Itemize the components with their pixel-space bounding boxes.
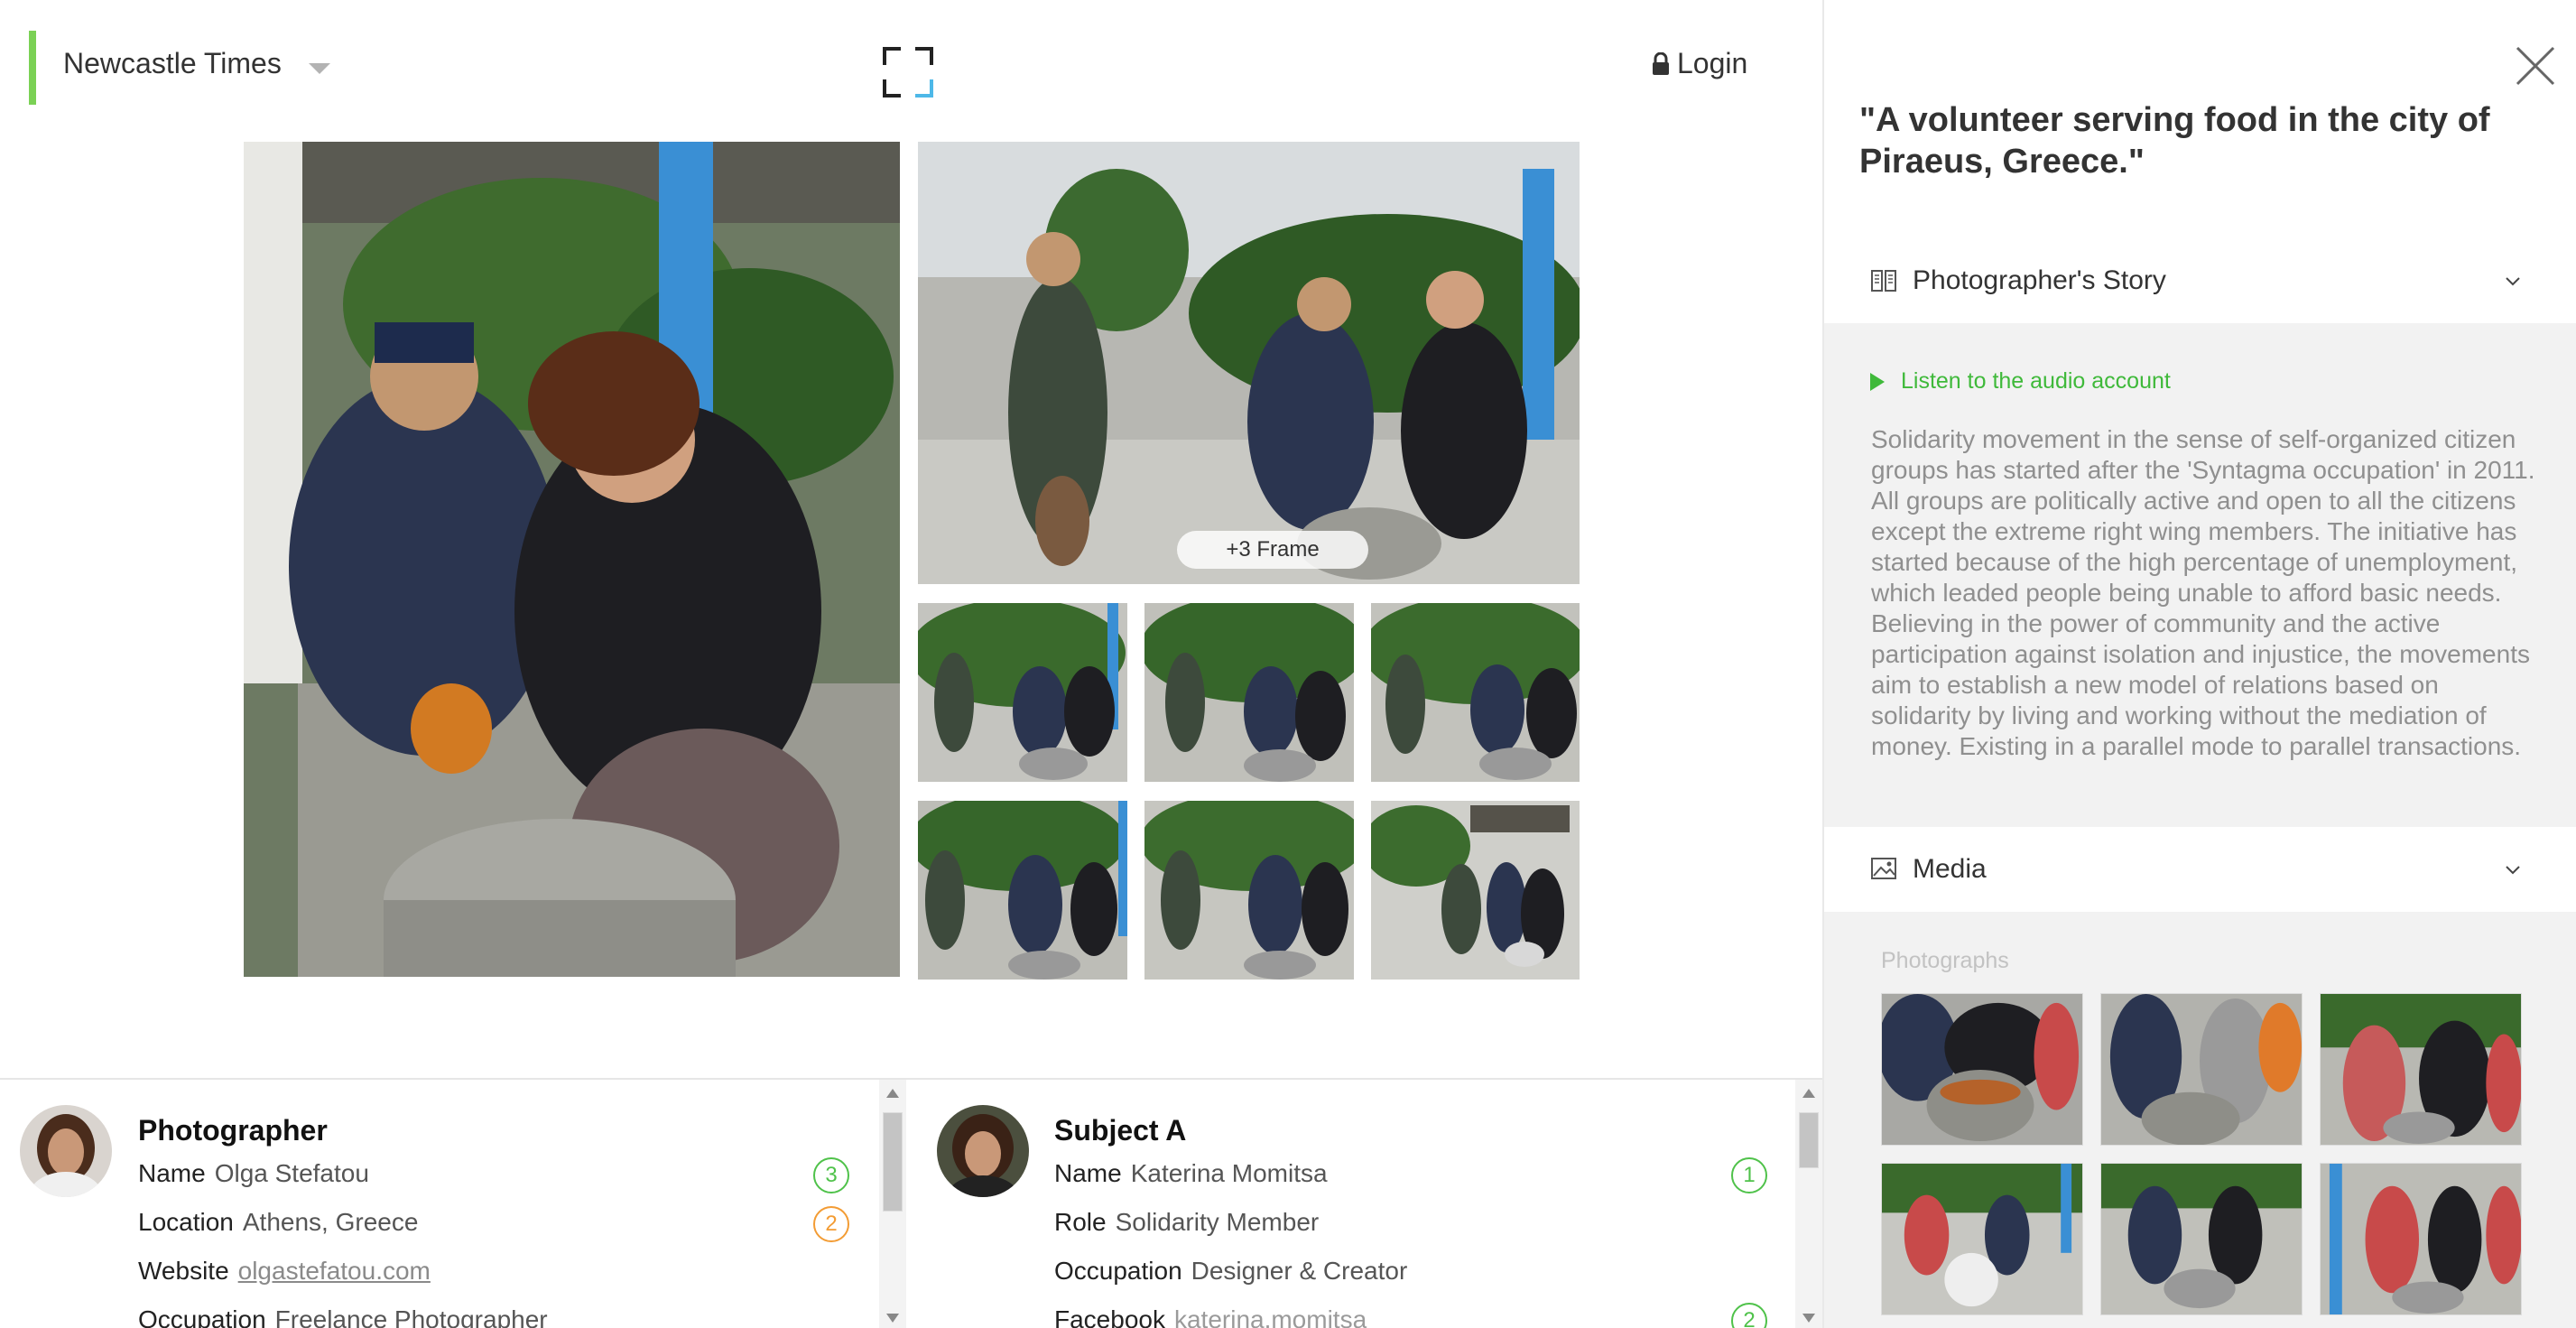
photographers-story-toggle[interactable]: Photographer's Story bbox=[1824, 238, 2576, 325]
media-thumbnail[interactable] bbox=[1881, 1163, 2083, 1315]
listen-label: Listen to the audio account bbox=[1901, 368, 2171, 394]
row-label: Location bbox=[138, 1208, 234, 1236]
play-icon bbox=[1870, 372, 1885, 391]
row-label: Role bbox=[1054, 1208, 1107, 1236]
row-value[interactable]: Katerina Momitsa bbox=[1131, 1159, 1328, 1187]
row-label: Name bbox=[1054, 1159, 1122, 1187]
avatar bbox=[937, 1105, 1029, 1197]
row-value[interactable]: Designer & Creator bbox=[1191, 1257, 1408, 1285]
scroll-down-icon[interactable] bbox=[1802, 1314, 1815, 1323]
count-badge[interactable]: 2 bbox=[1731, 1303, 1767, 1328]
count-badge[interactable]: 1 bbox=[1731, 1157, 1767, 1193]
viewer-area: Newcastle Times Login +3 Frame Photograp… bbox=[0, 0, 1822, 1328]
frame-thumbnail[interactable] bbox=[1371, 603, 1580, 782]
row-label: Occupation bbox=[1054, 1257, 1182, 1285]
frame-count-badge[interactable]: +3 Frame bbox=[1177, 531, 1368, 569]
subject-name-row: Name Katerina Momitsa bbox=[1054, 1159, 1328, 1188]
avatar bbox=[20, 1105, 112, 1197]
photo-caption: "A volunteer serving food in the city of… bbox=[1859, 101, 2490, 181]
media-thumbnail[interactable] bbox=[2100, 1163, 2303, 1315]
card-title: Subject A bbox=[1054, 1114, 1187, 1147]
lock-icon bbox=[1653, 51, 1669, 75]
row-label: Occupation bbox=[138, 1305, 266, 1328]
frame-logo-icon[interactable] bbox=[883, 47, 933, 98]
publication-name[interactable]: Newcastle Times bbox=[63, 47, 282, 80]
login-label: Login bbox=[1677, 47, 1748, 79]
main-photo[interactable] bbox=[244, 142, 900, 977]
listen-audio-button[interactable]: Listen to the audio account bbox=[1868, 368, 2171, 395]
subject-role-row: Role Solidarity Member bbox=[1054, 1208, 1319, 1237]
photographer-name-row: Name Olga Stefatou bbox=[138, 1159, 369, 1188]
subject-card: Subject A Name Katerina Momitsa 1 Role Sol… bbox=[908, 1080, 1822, 1328]
row-value[interactable]: Athens, Greece bbox=[243, 1208, 419, 1236]
photographer-location-row: Location Athens, Greece bbox=[138, 1208, 418, 1237]
chevron-down-icon[interactable] bbox=[2503, 271, 2523, 291]
subject-occupation-row: Occupation Designer & Creator bbox=[1054, 1257, 1407, 1286]
scrollbar[interactable] bbox=[1795, 1080, 1822, 1328]
photographs-label: Photographs bbox=[1881, 948, 2009, 973]
photographer-website-row: Website olgastefatou.com bbox=[138, 1257, 431, 1286]
section-heading: Photographer's Story bbox=[1913, 265, 2166, 295]
book-icon bbox=[1871, 270, 1896, 292]
metadata-cards: Photographer Name Olga Stefatou 3 Locatio… bbox=[0, 1078, 1822, 1328]
frame-thumbnail[interactable] bbox=[1144, 603, 1354, 782]
media-thumbnail[interactable] bbox=[2320, 993, 2522, 1146]
row-label: Website bbox=[138, 1257, 229, 1285]
secondary-photo[interactable] bbox=[918, 142, 1580, 584]
frame-thumbnail[interactable] bbox=[1144, 801, 1354, 980]
section-heading: Media bbox=[1913, 854, 1987, 884]
story-text: Solidarity movement in the sense of self… bbox=[1871, 425, 2535, 760]
scroll-down-icon[interactable] bbox=[886, 1314, 899, 1323]
media-thumbnail[interactable] bbox=[1881, 993, 2083, 1146]
caret-down-icon[interactable] bbox=[309, 63, 330, 74]
chevron-down-icon[interactable] bbox=[2503, 859, 2523, 879]
row-value[interactable]: Freelance Photographer bbox=[275, 1305, 548, 1328]
row-value[interactable]: Solidarity Member bbox=[1116, 1208, 1320, 1236]
row-label: Facebook bbox=[1054, 1305, 1165, 1328]
photographer-occupation-row: Occupation Freelance Photographer bbox=[138, 1305, 548, 1328]
website-link[interactable]: olgastefatou.com bbox=[238, 1257, 431, 1285]
photographer-card: Photographer Name Olga Stefatou 3 Locatio… bbox=[0, 1080, 906, 1328]
media-toggle[interactable]: Media bbox=[1824, 827, 2576, 914]
image-icon bbox=[1871, 858, 1896, 879]
scroll-up-icon[interactable] bbox=[886, 1089, 899, 1098]
scroll-up-icon[interactable] bbox=[1802, 1089, 1815, 1098]
scroll-thumb[interactable] bbox=[883, 1112, 903, 1212]
facebook-link[interactable]: katerina.momitsa bbox=[1174, 1305, 1367, 1328]
scrollbar[interactable] bbox=[879, 1080, 906, 1328]
card-title: Photographer bbox=[138, 1114, 328, 1147]
media-thumbnail[interactable] bbox=[2320, 1163, 2522, 1315]
media-thumbnail[interactable] bbox=[2100, 993, 2303, 1146]
brand-accent-bar bbox=[29, 31, 36, 105]
close-icon[interactable] bbox=[2515, 45, 2556, 87]
scroll-thumb[interactable] bbox=[1799, 1112, 1819, 1168]
frame-thumbnail[interactable] bbox=[918, 801, 1127, 980]
row-value[interactable]: Olga Stefatou bbox=[215, 1159, 369, 1187]
login-button[interactable]: Login bbox=[1652, 47, 1747, 80]
count-badge[interactable]: 2 bbox=[813, 1206, 849, 1242]
row-label: Name bbox=[138, 1159, 206, 1187]
frame-thumbnail[interactable] bbox=[918, 603, 1127, 782]
count-badge[interactable]: 3 bbox=[813, 1157, 849, 1193]
subject-facebook-row: Facebook katerina.momitsa bbox=[1054, 1305, 1367, 1328]
frame-thumbnail[interactable] bbox=[1371, 801, 1580, 980]
